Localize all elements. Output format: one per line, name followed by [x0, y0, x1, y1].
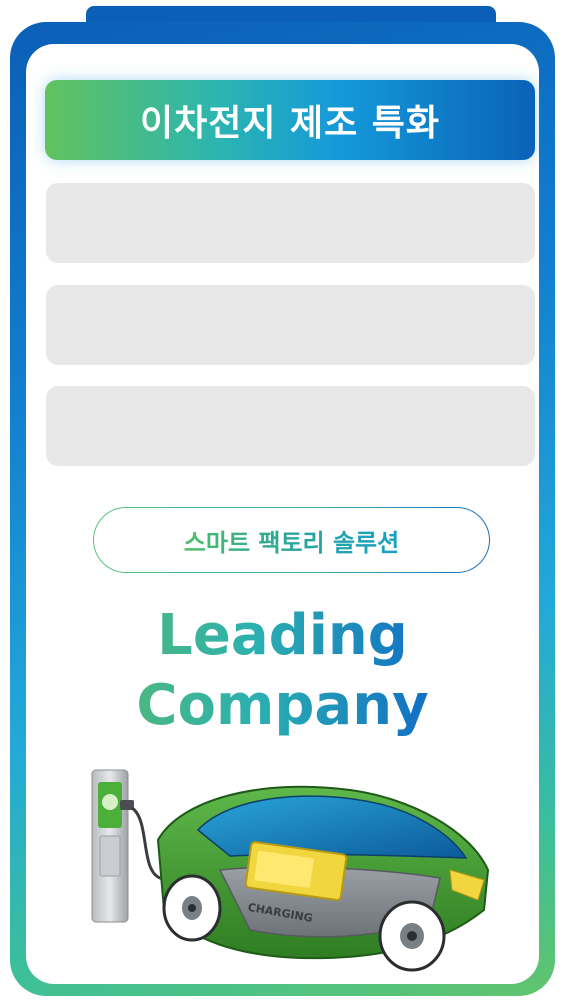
placeholder-box-2 — [46, 285, 535, 365]
title-text: 이차전지 제조 특화 — [139, 103, 441, 144]
front-wheel-icon — [162, 874, 222, 942]
electric-car-icon: CHARGING — [156, 785, 490, 972]
pill-label: 스마트 팩토리 솔루션 — [184, 523, 399, 558]
headline-company: Company — [0, 674, 565, 738]
placeholder-box-3 — [46, 386, 535, 466]
title-banner: 이차전지 제조 특화 — [45, 80, 535, 160]
ev-charging-car-illustration: CHARGING — [91, 769, 490, 972]
headline-leading: Leading — [0, 604, 565, 668]
solution-pill-badge: 스마트 팩토리 솔루션 — [93, 507, 490, 573]
placeholder-box-1 — [46, 183, 535, 263]
charging-station-icon — [91, 769, 134, 923]
rear-wheel-icon — [378, 900, 446, 972]
